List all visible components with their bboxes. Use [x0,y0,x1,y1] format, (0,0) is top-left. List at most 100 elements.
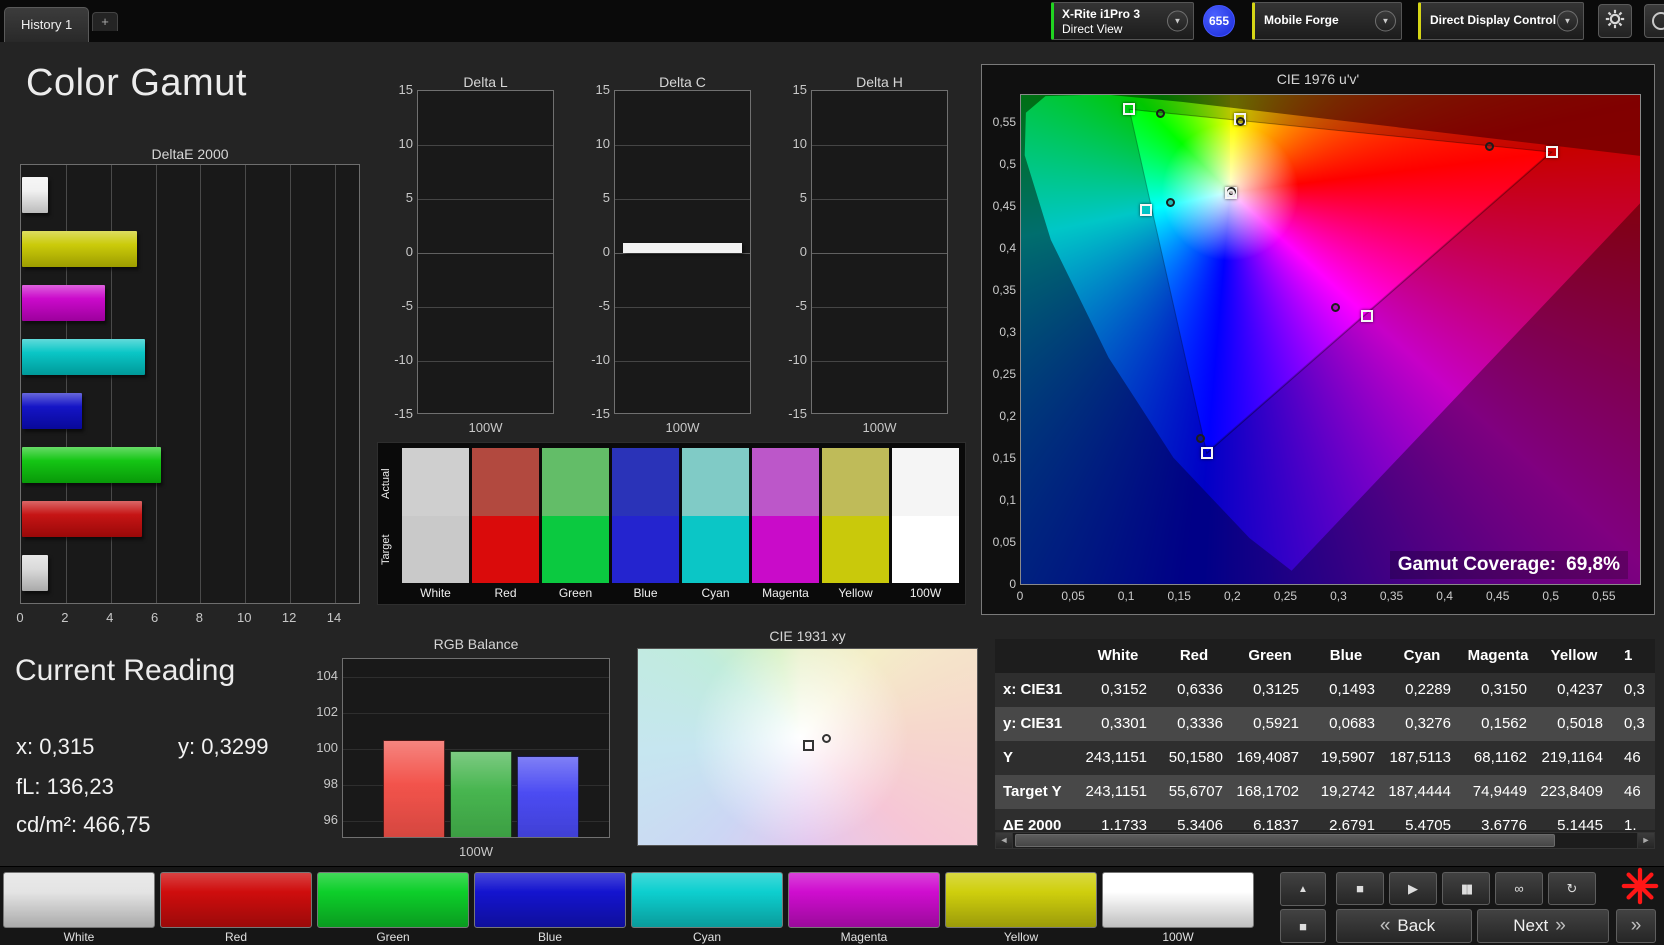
reading-fl: fL: 136,23 [16,774,114,800]
table-cell: 168,1702 [1236,783,1299,800]
axis-tick-label: 6 [150,610,159,625]
axis-tick-label: 2 [61,610,69,625]
reading-x-value: 0,315 [39,734,95,759]
table-cell: 3,6776 [1481,817,1527,830]
pattern-button-label: Magenta [840,930,888,944]
deltae-chart-title: DeltaE 2000 [151,146,229,162]
gridline [418,145,553,146]
gamut-coverage-readout: Gamut Coverage: 69,8% [1389,551,1628,579]
actual-swatch [892,448,959,516]
back-button[interactable]: « Back [1336,909,1472,943]
chart-delta-h [811,90,948,414]
row-label: ΔE 2000 [1003,817,1062,830]
axis-tick-label: 0,55 [1592,589,1616,603]
pattern-button-label: 100W [1162,930,1194,944]
table-cell: 74,9449 [1472,783,1527,800]
pattern-button-blue[interactable] [474,872,626,928]
gridline [155,165,157,603]
more-button[interactable]: » [1616,909,1656,943]
display-control-dropdown[interactable]: Direct Display Control ▼ [1418,2,1584,40]
gridline [418,307,553,308]
axis-tick-label: 0,2 [1223,589,1241,603]
pattern-button-red[interactable] [160,872,312,928]
axis-tick-label: 0,35 [992,283,1016,298]
reading-cdm2-label: cd/m²: [16,812,78,837]
pattern-source-dropdown[interactable]: Mobile Forge ▼ [1252,2,1402,40]
pattern-button-cyan[interactable] [631,872,783,928]
chevron-down-icon[interactable]: ▼ [1167,10,1188,32]
swatch-column-magenta [752,448,819,583]
rgb-balance-chart [342,658,610,838]
gridline [812,199,947,200]
axis-tick-label: 15 [595,82,610,97]
collapse-button[interactable]: ▲ [1280,872,1326,906]
measured-marker [822,734,832,744]
actual-swatch [542,448,609,516]
chart-delta-l [417,90,554,414]
table-cell: 6,1837 [1253,817,1299,830]
swatch-label: Green [558,586,593,600]
pause-button[interactable]: ▮▮ [1442,872,1490,905]
add-tab-button[interactable]: + [92,12,118,31]
table-cell: 46 [1624,783,1641,800]
measured-marker [1331,303,1341,313]
actual-swatch [472,448,539,516]
table-row: x: CIE31 0,3152 0,6336 0,3125 0,1493 0,2289 0,… [995,673,1655,707]
meter-dropdown[interactable]: X-Rite i1Pro 3 Direct View ▼ [1051,2,1194,40]
axis-tick-label: 96 [323,812,338,827]
actual-target-strip: Actual Target White Red Green Blue Cyan Magen… [377,442,966,605]
rgb-bar-green [450,750,512,837]
swatch-column-red [472,448,539,583]
settings-button[interactable] [1598,4,1632,38]
loop-button[interactable]: ∞ [1495,872,1543,905]
axis-tick-label: 0 [16,610,24,625]
swatch-label: Cyan [701,586,730,600]
table-row: Target Y 243,1151 55,6707 168,1702 19,2742 18… [995,775,1655,809]
target-swatch [612,515,679,583]
pattern-button-white[interactable] [3,872,155,928]
pattern-button-100w[interactable] [1102,872,1254,928]
stop-icon: ■ [1356,881,1364,896]
table-row: y: CIE31 0,3301 0,3336 0,5921 0,0683 0,3276 0,… [995,707,1655,741]
swatch-label: Blue [633,586,658,600]
reading-y-label: y: [178,734,196,759]
meter-count-badge: 655 [1203,5,1235,37]
target-marker [802,740,814,752]
pattern-window-button[interactable]: ■ [1280,909,1326,943]
chevron-down-icon[interactable]: ▼ [1375,10,1396,32]
play-button[interactable]: ▶ [1389,872,1437,905]
table-scrollbar[interactable]: ◄ ► [995,832,1655,849]
axis-tick-label: 0 [1016,589,1024,603]
swatch-label: White [420,586,451,600]
stop-measurement-button[interactable] [1618,867,1662,909]
axis-tick-label: 0,2 [999,409,1016,424]
axis-tick-label: 0,45 [1486,589,1510,603]
deltae-bar-magenta [22,285,105,321]
stop-button[interactable]: ■ [1336,872,1384,905]
target-marker [1123,103,1136,116]
axis-tick-label: 0 [799,244,807,259]
swatch-label: Red [494,586,517,600]
table-cell: 187,4444 [1388,783,1451,800]
pattern-button-green[interactable] [317,872,469,928]
pattern-button-magenta[interactable] [788,872,940,928]
top-bar: History 1 + X-Rite i1Pro 3 Direct View ▼… [0,0,1664,42]
cie-1976-title: CIE 1976 u'v' [1276,71,1360,87]
scrollbar-thumb[interactable] [1015,834,1555,847]
gamut-coverage-value: 69,8% [1566,554,1620,575]
delta-bar [623,243,742,253]
table-cell: 19,5907 [1320,749,1375,766]
next-button[interactable]: Next » [1477,909,1609,943]
chevron-down-icon[interactable]: ▼ [1557,10,1578,32]
scroll-left-icon[interactable]: ◄ [996,833,1013,848]
tab-history-1[interactable]: History 1 [4,7,90,42]
scroll-right-icon[interactable]: ► [1637,833,1654,848]
strip-swatch-columns [402,448,959,583]
axis-tick-label: 0,3 [1330,589,1347,603]
clipped-edge-button[interactable] [1644,4,1664,38]
pattern-button-yellow[interactable] [945,872,1097,928]
refresh-button[interactable]: ↻ [1548,872,1596,905]
gridline [615,307,750,308]
table-cell: 0,3336 [1177,715,1223,732]
row-label: Y [1003,749,1014,766]
